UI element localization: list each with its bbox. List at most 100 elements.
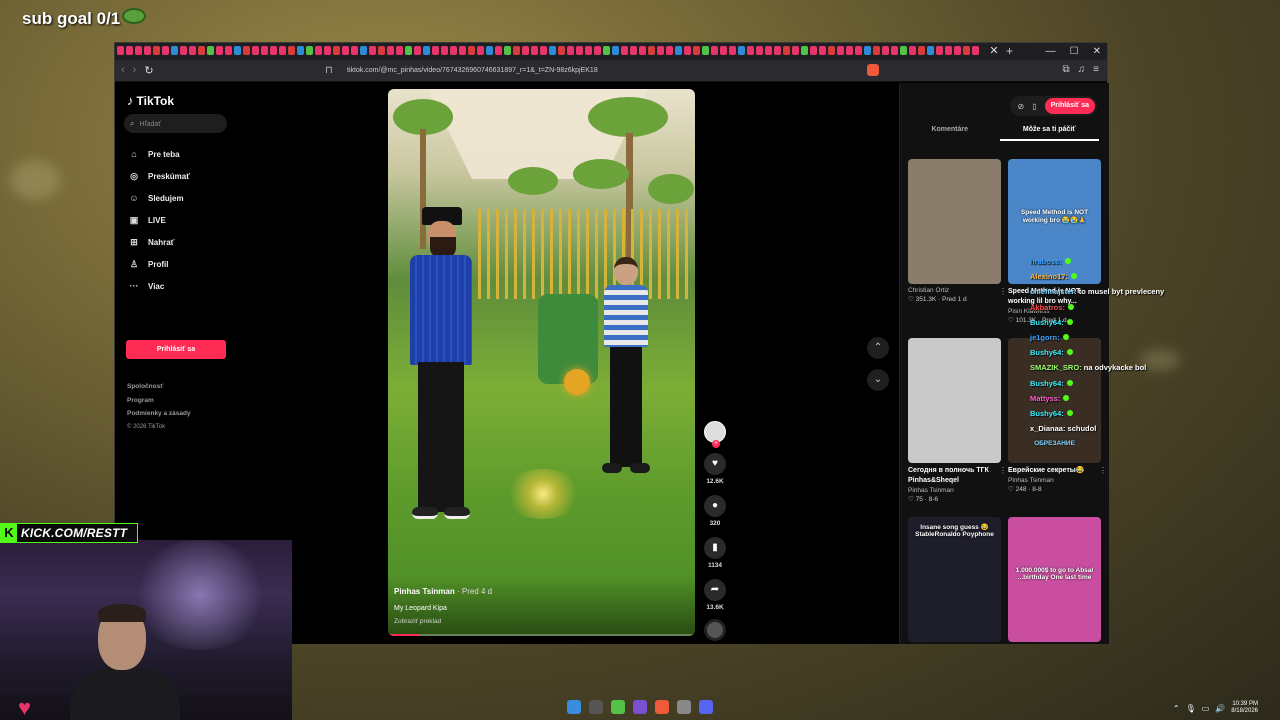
brave-icon[interactable] (655, 700, 669, 714)
tab-favicon-icon[interactable] (747, 46, 754, 55)
video-thumbnail[interactable] (908, 159, 1001, 284)
tab-favicon-icon[interactable] (639, 46, 646, 55)
sidebar-item-explore[interactable]: ◎ Preskúmať (127, 165, 227, 187)
tab-favicon-icon[interactable] (279, 46, 286, 55)
tab-favicon-icon[interactable] (405, 46, 412, 55)
tab-favicon-icon[interactable] (297, 46, 304, 55)
tab-favicon-icon[interactable] (486, 46, 493, 55)
volume-icon[interactable]: 🔊 (1215, 704, 1225, 713)
tab-favicons[interactable] (117, 46, 989, 57)
tab-favicon-icon[interactable] (189, 46, 196, 55)
tab-favicon-icon[interactable] (909, 46, 916, 55)
tab-favicon-icon[interactable] (864, 46, 871, 55)
clock[interactable]: 10:39 PM 8/18/2026 (1231, 701, 1258, 715)
tab-favicon-icon[interactable] (162, 46, 169, 55)
close-tab-icon[interactable]: ✕ (987, 44, 1001, 58)
tab-favicon-icon[interactable] (144, 46, 151, 55)
tab-favicon-icon[interactable] (567, 46, 574, 55)
tab-you-may-like[interactable]: Môže sa ti páčiť (999, 123, 1099, 141)
tab-favicon-icon[interactable] (648, 46, 655, 55)
forward-icon[interactable]: › (133, 64, 137, 77)
twitch-icon[interactable] (633, 700, 647, 714)
close-window-icon[interactable]: ✕ (1093, 43, 1101, 60)
footer-link-terms[interactable]: Podmienky a zásady (127, 407, 191, 421)
tab-favicon-icon[interactable] (711, 46, 718, 55)
tab-favicon-icon[interactable] (378, 46, 385, 55)
sidebar-item-more[interactable]: ··· Viac (127, 275, 227, 297)
tab-favicon-icon[interactable] (657, 46, 664, 55)
video-card[interactable]: Сегодня в полночь ТГК Pinhas&Sheqel Pinh… (908, 338, 1007, 503)
music-disc-icon[interactable] (704, 619, 726, 641)
tab-favicon-icon[interactable] (432, 46, 439, 55)
tab-favicon-icon[interactable] (207, 46, 214, 55)
tab-favicon-icon[interactable] (396, 46, 403, 55)
follow-plus-icon[interactable]: + (712, 440, 720, 448)
video-author[interactable]: Pinhas Tsinman · Pred 4 d (394, 587, 492, 596)
creator-avatar[interactable]: + (704, 421, 726, 448)
tab-favicon-icon[interactable] (522, 46, 529, 55)
tab-favicon-icon[interactable] (612, 46, 619, 55)
tiktok-logo[interactable]: ♪ TikTok (127, 93, 174, 108)
windows-start-icon[interactable] (567, 700, 581, 714)
card-author[interactable]: Christian Ortiz (908, 287, 1001, 294)
tab-favicon-icon[interactable] (819, 46, 826, 55)
obs-icon[interactable] (611, 700, 625, 714)
tab-favicon-icon[interactable] (738, 46, 745, 55)
footer-link-company[interactable]: Spoločnosť (127, 380, 191, 394)
extensions-icon[interactable]: ⧉ (1063, 64, 1070, 75)
tab-favicon-icon[interactable] (594, 46, 601, 55)
tab-favicon-icon[interactable] (693, 46, 700, 55)
tab-favicon-icon[interactable] (504, 46, 511, 55)
search-input[interactable]: ⌕ Hľadať (124, 114, 227, 133)
tab-favicon-icon[interactable] (756, 46, 763, 55)
tab-favicon-icon[interactable] (783, 46, 790, 55)
tab-favicon-icon[interactable] (324, 46, 331, 55)
url-field[interactable]: tiktok.com/@mc_pinhas/video/767432696074… (343, 63, 863, 79)
video-card[interactable]: Insane song guess 😂 StableRonaldo Poypho… (908, 517, 1001, 642)
tab-favicon-icon[interactable] (477, 46, 484, 55)
tab-favicon-icon[interactable] (630, 46, 637, 55)
tab-favicon-icon[interactable] (126, 46, 133, 55)
reload-icon[interactable]: ↻ (144, 64, 153, 77)
settings-icon[interactable] (677, 700, 691, 714)
chevron-up-icon[interactable]: ⌃ (1173, 704, 1180, 713)
tab-favicon-icon[interactable] (891, 46, 898, 55)
right-login-button[interactable]: Prihlásiť sa (1044, 98, 1095, 114)
discord-icon[interactable] (699, 700, 713, 714)
login-button[interactable]: Prihlásiť sa (126, 340, 226, 359)
tab-favicon-icon[interactable] (846, 46, 853, 55)
video-thumbnail[interactable] (908, 338, 1001, 463)
tab-favicon-icon[interactable] (765, 46, 772, 55)
tab-favicon-icon[interactable] (882, 46, 889, 55)
tab-favicon-icon[interactable] (351, 46, 358, 55)
more-options-icon[interactable]: ⋮ (1099, 466, 1107, 475)
sidebar-item-live[interactable]: ▣ LIVE (127, 209, 227, 231)
tab-favicon-icon[interactable] (414, 46, 421, 55)
tab-favicon-icon[interactable] (873, 46, 880, 55)
tab-favicon-icon[interactable] (603, 46, 610, 55)
tab-favicon-icon[interactable] (828, 46, 835, 55)
video-card[interactable]: Christian Ortiz ♡ 351.3K · Pred 1 d ⋮ (908, 159, 1007, 303)
back-icon[interactable]: ‹ (121, 64, 125, 77)
tab-comments[interactable]: Komentáre (900, 123, 1000, 141)
tab-favicon-icon[interactable] (216, 46, 223, 55)
tab-favicon-icon[interactable] (927, 46, 934, 55)
tab-favicon-icon[interactable] (495, 46, 502, 55)
tab-favicon-icon[interactable] (549, 46, 556, 55)
video-progress-bar[interactable] (388, 634, 695, 636)
next-video-button[interactable]: ⌄ (867, 369, 889, 391)
card-title[interactable]: Еврейские секреты😂 (1008, 466, 1101, 476)
tab-favicon-icon[interactable] (117, 46, 124, 55)
tab-favicon-icon[interactable] (918, 46, 925, 55)
tab-favicon-icon[interactable] (666, 46, 673, 55)
tab-favicon-icon[interactable] (702, 46, 709, 55)
like-action[interactable]: ♥ 12.6K (702, 453, 728, 485)
sidebar-item-for-you[interactable]: ⌂ Pre teba (127, 143, 227, 165)
tab-favicon-icon[interactable] (225, 46, 232, 55)
tab-favicon-icon[interactable] (441, 46, 448, 55)
tab-favicon-icon[interactable] (180, 46, 187, 55)
brave-shield-icon[interactable] (867, 64, 879, 76)
task-view-icon[interactable] (589, 700, 603, 714)
tab-favicon-icon[interactable] (954, 46, 961, 55)
video-thumbnail[interactable]: Insane song guess 😂 StableRonaldo Poypho… (908, 517, 1001, 642)
